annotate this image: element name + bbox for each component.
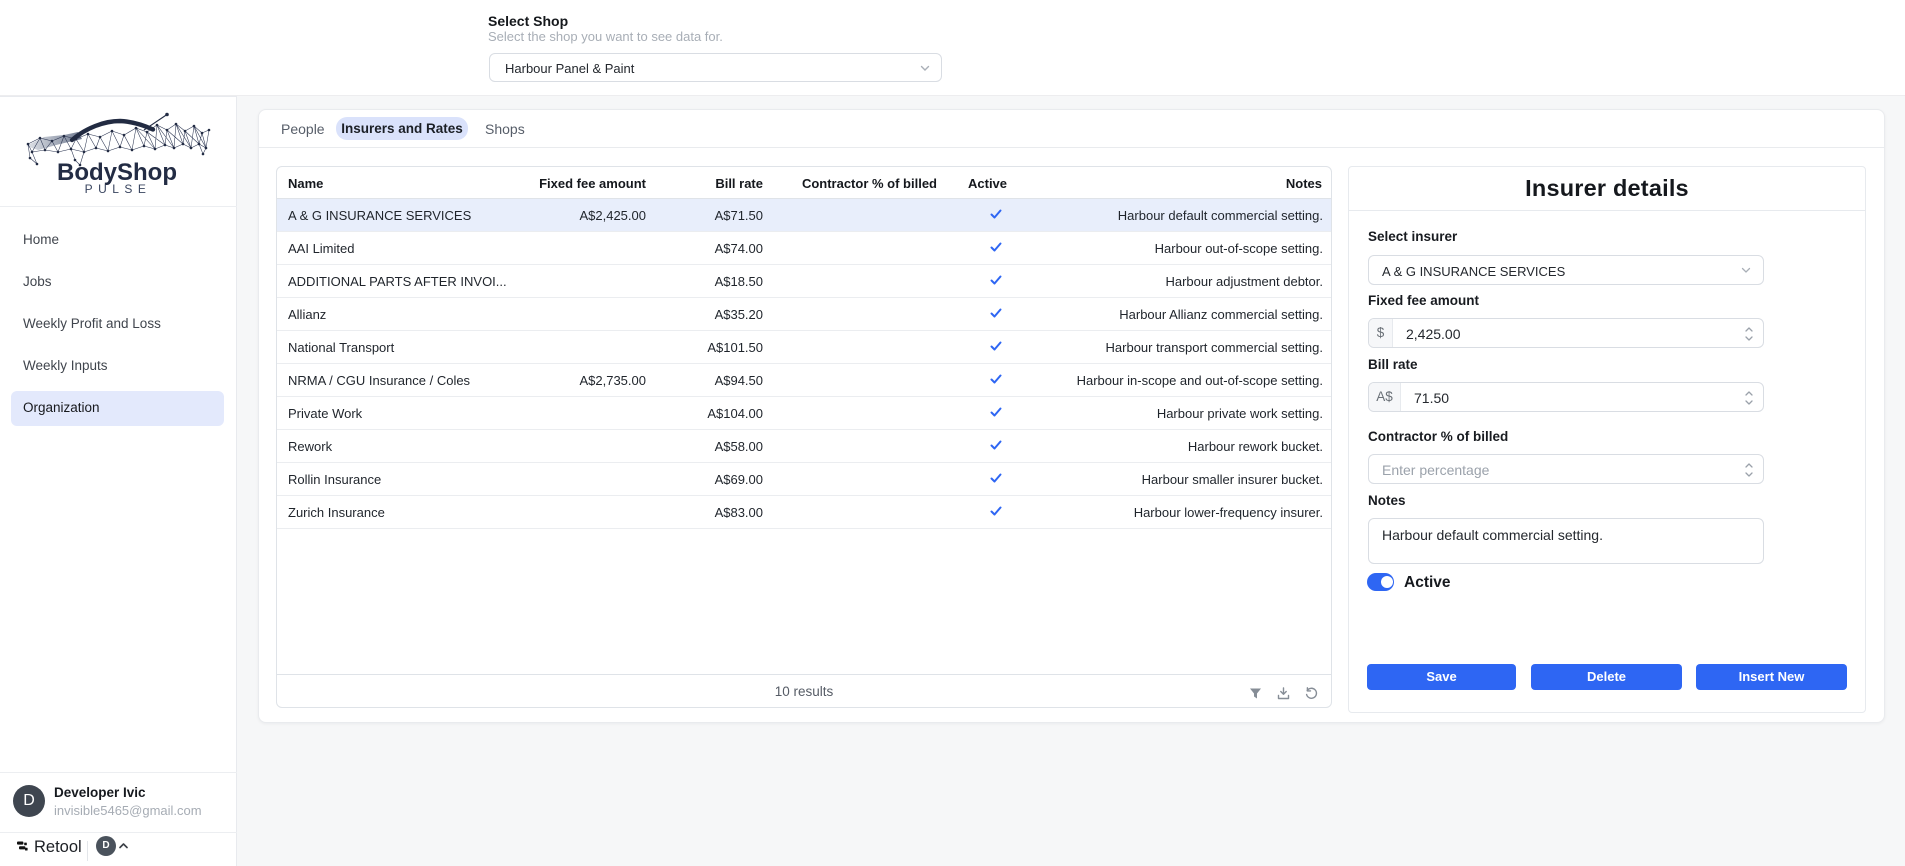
svg-text:PULSE: PULSE (85, 182, 152, 196)
